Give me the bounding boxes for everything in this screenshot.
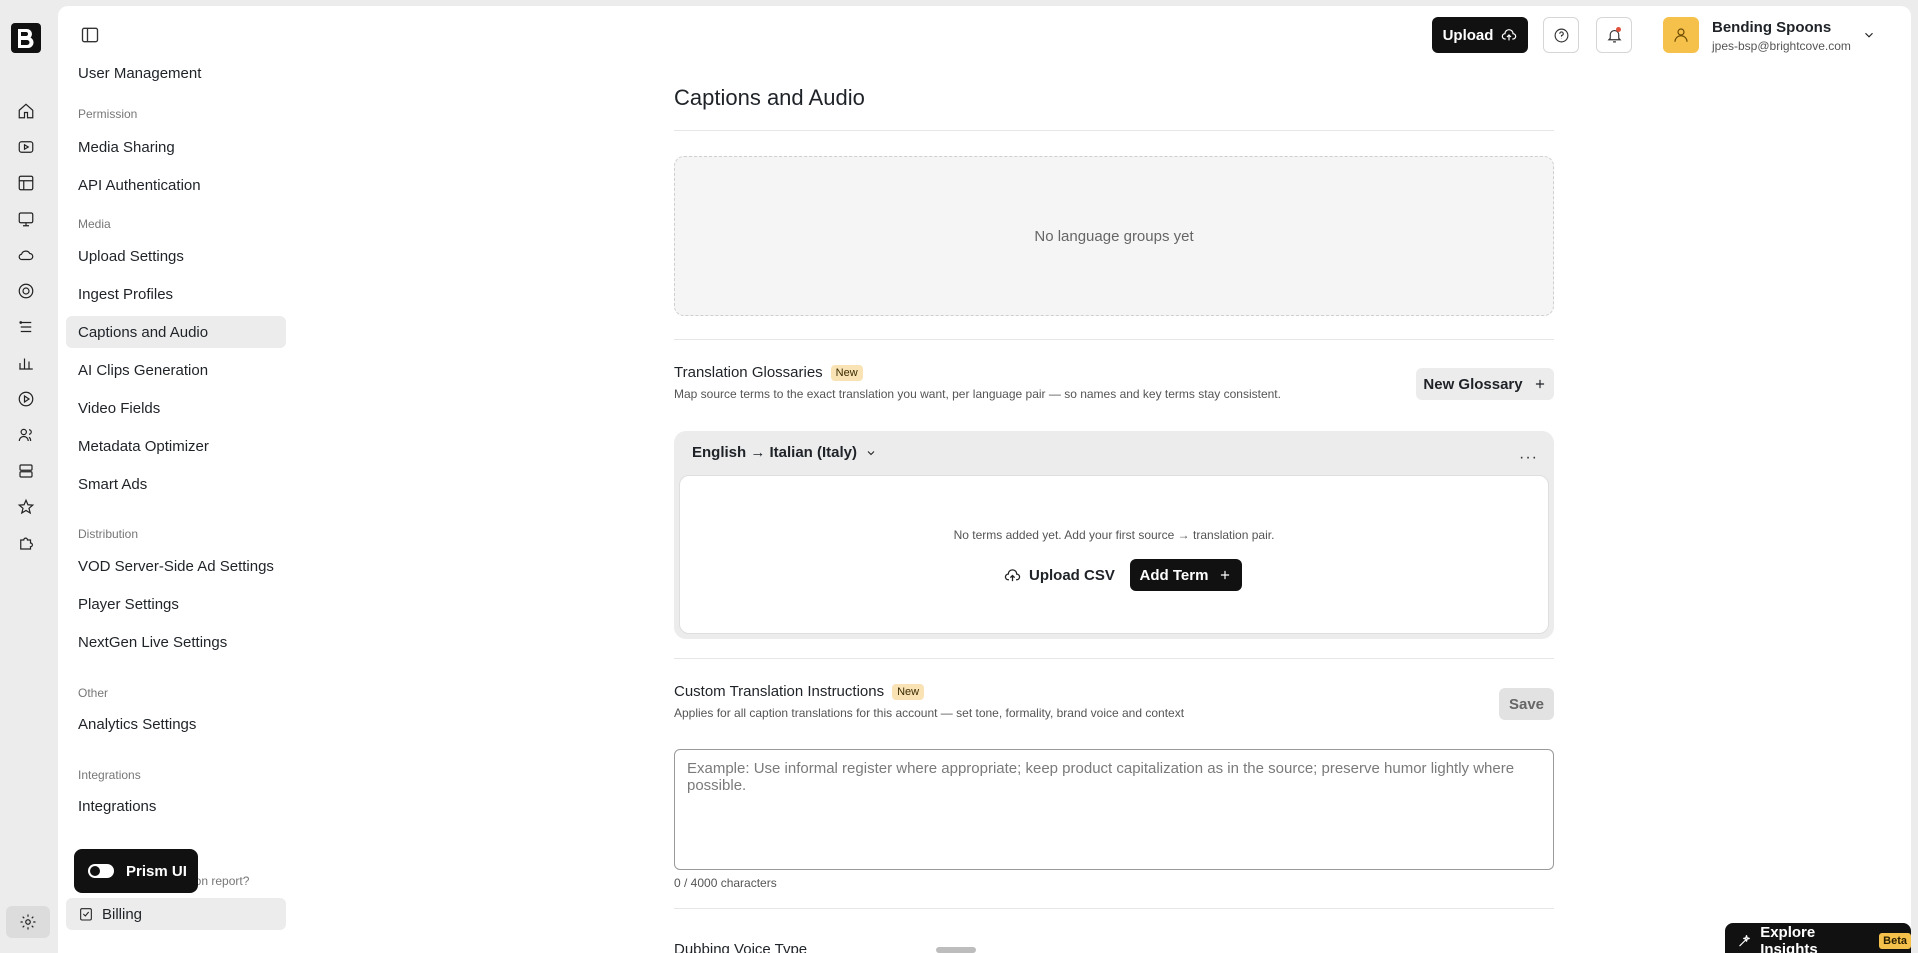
sidebar-item-smart-ads[interactable]: Smart Ads bbox=[66, 468, 286, 500]
divider bbox=[674, 658, 1554, 659]
prism-ui-toggle[interactable]: Prism UI bbox=[74, 849, 198, 893]
user-icon bbox=[1674, 28, 1688, 42]
new-badge: New bbox=[830, 364, 863, 381]
home-icon[interactable] bbox=[17, 102, 35, 120]
glossary-empty-text: No terms added yet. Add your first sourc… bbox=[953, 528, 1275, 542]
toggle-switch[interactable] bbox=[88, 864, 114, 878]
glossary-card: English → Italian (Italy) ··· No terms a… bbox=[674, 431, 1554, 639]
character-count: 0 / 4000 characters bbox=[674, 876, 777, 890]
plus-icon bbox=[1535, 379, 1544, 389]
stack-icon[interactable] bbox=[17, 318, 35, 336]
sidebar-item-ai-clips-generation[interactable]: AI Clips Generation bbox=[66, 354, 286, 386]
avatar[interactable] bbox=[1663, 17, 1699, 53]
nav-section-integrations: Integrations bbox=[78, 768, 141, 782]
glossary-terms-area: No terms added yet. Add your first sourc… bbox=[679, 475, 1549, 634]
more-options-icon[interactable]: ··· bbox=[1519, 449, 1538, 467]
help-button[interactable] bbox=[1543, 17, 1579, 53]
language-groups-empty: No language groups yet bbox=[674, 156, 1554, 316]
new-glossary-button[interactable]: New Glossary bbox=[1416, 368, 1554, 400]
sidebar-item-billing[interactable]: Billing bbox=[66, 898, 286, 930]
upload-button[interactable]: Upload bbox=[1432, 17, 1528, 53]
sidebar-item-ingest-profiles[interactable]: Ingest Profiles bbox=[66, 278, 286, 310]
divider bbox=[674, 130, 1554, 131]
nav-section-media: Media bbox=[78, 217, 111, 231]
glossary-title: Translation Glossaries bbox=[674, 364, 823, 381]
account-name[interactable]: Bending Spoons bbox=[1712, 19, 1831, 36]
nav-section-permission: Permission bbox=[78, 107, 138, 121]
cloud-icon[interactable] bbox=[17, 246, 35, 264]
instructions-section-title: Custom Translation Instructions New bbox=[674, 683, 925, 700]
account-email: jpes-bsp@brightcove.com bbox=[1712, 39, 1851, 53]
explore-insights-button[interactable]: Explore Insights Beta bbox=[1725, 923, 1911, 953]
explore-insights-label: Explore Insights bbox=[1760, 924, 1818, 953]
analytics-icon[interactable] bbox=[17, 354, 35, 372]
icon-rail bbox=[0, 0, 58, 953]
upload-label: Upload bbox=[1442, 26, 1494, 44]
beta-badge: Beta bbox=[1879, 933, 1911, 949]
new-glossary-label: New Glossary bbox=[1423, 375, 1523, 393]
glossary-section-title: Translation Glossaries New bbox=[674, 364, 863, 381]
main-panel: Upload Bending Spoons jpes-bsp@brightcov… bbox=[58, 6, 1911, 953]
users-icon[interactable] bbox=[17, 426, 35, 444]
language-pair-selector[interactable]: English → Italian (Italy) bbox=[692, 444, 877, 461]
sidebar-item-nextgen-live[interactable]: NextGen Live Settings bbox=[66, 626, 286, 658]
sidebar-toggle-icon[interactable] bbox=[80, 25, 100, 45]
billing-icon bbox=[78, 906, 94, 922]
instructions-description: Applies for all caption translations for… bbox=[674, 706, 1185, 720]
sidebar-item-label: Billing bbox=[102, 905, 143, 923]
channel-icon[interactable] bbox=[17, 210, 35, 228]
sidebar-item-metadata-optimizer[interactable]: Metadata Optimizer bbox=[66, 430, 286, 462]
sidebar-item-user-management[interactable]: User Management bbox=[66, 62, 286, 82]
chevron-down-icon bbox=[867, 450, 875, 455]
brightcove-logo[interactable] bbox=[10, 22, 42, 54]
instructions-textarea[interactable]: Example: Use informal register where app… bbox=[674, 749, 1554, 870]
server-icon[interactable] bbox=[17, 462, 35, 480]
upload-csv-label: Upload CSV bbox=[1029, 566, 1115, 584]
sidebar-item-vod-ssai[interactable]: VOD Server-Side Ad Settings bbox=[66, 550, 286, 582]
gear-icon[interactable] bbox=[6, 906, 50, 938]
notification-dot bbox=[1616, 27, 1621, 32]
sidebar-item-analytics-settings[interactable]: Analytics Settings bbox=[66, 708, 286, 740]
plus-icon bbox=[1221, 570, 1230, 580]
sidebar-item-integrations[interactable]: Integrations bbox=[66, 790, 286, 822]
divider bbox=[674, 339, 1554, 340]
instructions-title: Custom Translation Instructions bbox=[674, 683, 885, 700]
live-icon[interactable] bbox=[17, 282, 35, 300]
sidebar-item-media-sharing[interactable]: Media Sharing bbox=[66, 131, 286, 163]
star-icon[interactable] bbox=[17, 498, 35, 516]
add-term-label: Add Term bbox=[1139, 566, 1209, 584]
instructions-placeholder: Example: Use informal register where app… bbox=[687, 760, 1515, 794]
help-icon bbox=[1554, 28, 1568, 42]
notifications-button[interactable] bbox=[1596, 17, 1632, 53]
upload-cloud-icon bbox=[1004, 568, 1021, 581]
upload-cloud-icon bbox=[1502, 29, 1517, 41]
new-badge: New bbox=[892, 683, 925, 700]
sparkle-icon bbox=[1739, 935, 1750, 947]
sidebar-item-player-settings[interactable]: Player Settings bbox=[66, 588, 286, 620]
add-term-button[interactable]: Add Term bbox=[1130, 559, 1242, 591]
upload-csv-button[interactable]: Upload CSV bbox=[1004, 559, 1115, 591]
video-icon[interactable] bbox=[17, 138, 35, 156]
player-icon[interactable] bbox=[17, 390, 35, 408]
loading-placeholder bbox=[936, 947, 976, 953]
dubbing-voice-type-title: Dubbing Voice Type bbox=[674, 941, 808, 953]
divider bbox=[674, 908, 1554, 909]
puzzle-icon[interactable] bbox=[17, 534, 35, 552]
nav-section-distribution: Distribution bbox=[78, 527, 139, 541]
page-title: Captions and Audio bbox=[674, 85, 865, 110]
language-pair-label: English → Italian (Italy) bbox=[692, 444, 858, 461]
empty-state-text: No language groups yet bbox=[1034, 227, 1194, 245]
glossary-description: Map source terms to the exact translatio… bbox=[674, 387, 1281, 401]
sidebar-item-video-fields[interactable]: Video Fields bbox=[66, 392, 286, 424]
library-icon[interactable] bbox=[17, 174, 35, 192]
sidebar-item-captions-and-audio[interactable]: Captions and Audio bbox=[66, 316, 286, 348]
sidebar-item-upload-settings[interactable]: Upload Settings bbox=[66, 240, 286, 272]
prism-label: Prism UI bbox=[126, 862, 187, 880]
nav-section-other: Other bbox=[78, 686, 109, 700]
save-button[interactable]: Save bbox=[1499, 688, 1554, 720]
sidebar-item-api-authentication[interactable]: API Authentication bbox=[66, 169, 286, 201]
chevron-down-icon[interactable] bbox=[1862, 28, 1876, 42]
